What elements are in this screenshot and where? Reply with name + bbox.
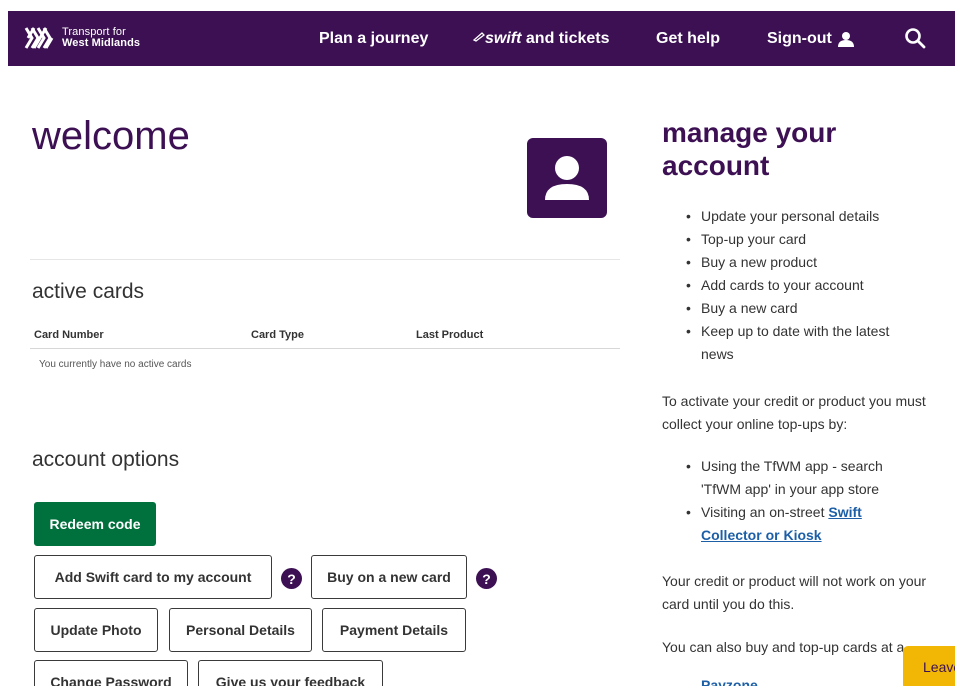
top-navigation-bar: Transport for West Midlands Plan a journ… <box>8 11 955 66</box>
list-item: Add cards to your account <box>686 274 921 297</box>
redeem-code-button[interactable]: Redeem code <box>34 502 156 546</box>
change-password-button[interactable]: Change Password <box>34 660 188 686</box>
logo-icon <box>24 27 54 49</box>
list-item: Buy a new product <box>686 251 921 274</box>
buy-new-card-button[interactable]: Buy on a new card <box>311 555 467 599</box>
avatar[interactable] <box>527 138 607 218</box>
personal-details-button[interactable]: Personal Details <box>169 608 312 652</box>
help-buy-card-icon[interactable]: ? <box>476 568 497 589</box>
kiosk-prefix-text: Visiting an on-street <box>701 504 829 520</box>
list-item: Update your personal details <box>686 205 921 228</box>
activation-instructions: To activate your credit or product you m… <box>662 393 926 432</box>
column-header-card-number: Card Number <box>34 329 104 341</box>
page-title: welcome <box>32 114 190 158</box>
add-swift-card-button[interactable]: Add Swift card to my account <box>34 555 272 599</box>
column-header-last-product: Last Product <box>416 329 484 341</box>
logo-line-2: West Midlands <box>62 37 141 49</box>
payzone-link[interactable]: Payzone Outlet <box>701 677 801 686</box>
list-item: Keep up to date with the latest news <box>686 320 921 366</box>
user-icon <box>837 32 854 47</box>
leave-feedback-tab[interactable]: Leave <box>903 646 955 686</box>
profile-placeholder-icon <box>545 156 589 200</box>
collection-methods-list: Using the TfWM app - search 'TfWM app' i… <box>686 455 921 547</box>
list-item: Using the TfWM app - search 'TfWM app' i… <box>686 455 921 501</box>
sign-out-label: Sign-out <box>767 30 832 47</box>
search-icon[interactable] <box>904 27 926 49</box>
nav-plan-journey[interactable]: Plan a journey <box>319 30 428 48</box>
help-add-card-icon[interactable]: ? <box>281 568 302 589</box>
table-header-rule <box>30 348 620 349</box>
nav-sign-out[interactable]: Sign-out <box>767 30 854 48</box>
list-item: Buy a new card <box>686 297 921 320</box>
list-item: Visiting an on-street Swift Collector or… <box>686 501 921 547</box>
empty-cards-message: You currently have no active cards <box>39 359 192 370</box>
manage-account-list: Update your personal details Top-up your… <box>686 205 921 366</box>
swift-tickets-text: and tickets <box>521 30 610 47</box>
list-item: Top-up your card <box>686 228 921 251</box>
column-header-card-type: Card Type <box>251 329 304 341</box>
swift-swoosh-icon <box>472 32 485 42</box>
section-divider <box>30 259 620 260</box>
sidebar-title: manage your account <box>662 117 837 181</box>
credit-warning-text: Your credit or product will not work on … <box>662 573 927 612</box>
buy-elsewhere-text: You can also buy and top-up cards at a <box>662 639 905 655</box>
payment-details-button[interactable]: Payment Details <box>322 608 466 652</box>
active-cards-title: active cards <box>32 280 145 303</box>
feedback-button[interactable]: Give us your feedback <box>198 660 383 686</box>
nav-swift-tickets[interactable]: swift and tickets <box>472 30 610 48</box>
update-photo-button[interactable]: Update Photo <box>34 608 158 652</box>
logo-text: Transport for West Midlands <box>62 27 140 49</box>
swift-brand-text: swift <box>485 30 522 47</box>
account-options-title: account options <box>32 448 180 471</box>
tfwm-logo[interactable]: Transport for West Midlands <box>24 24 140 52</box>
nav-get-help[interactable]: Get help <box>656 30 720 48</box>
